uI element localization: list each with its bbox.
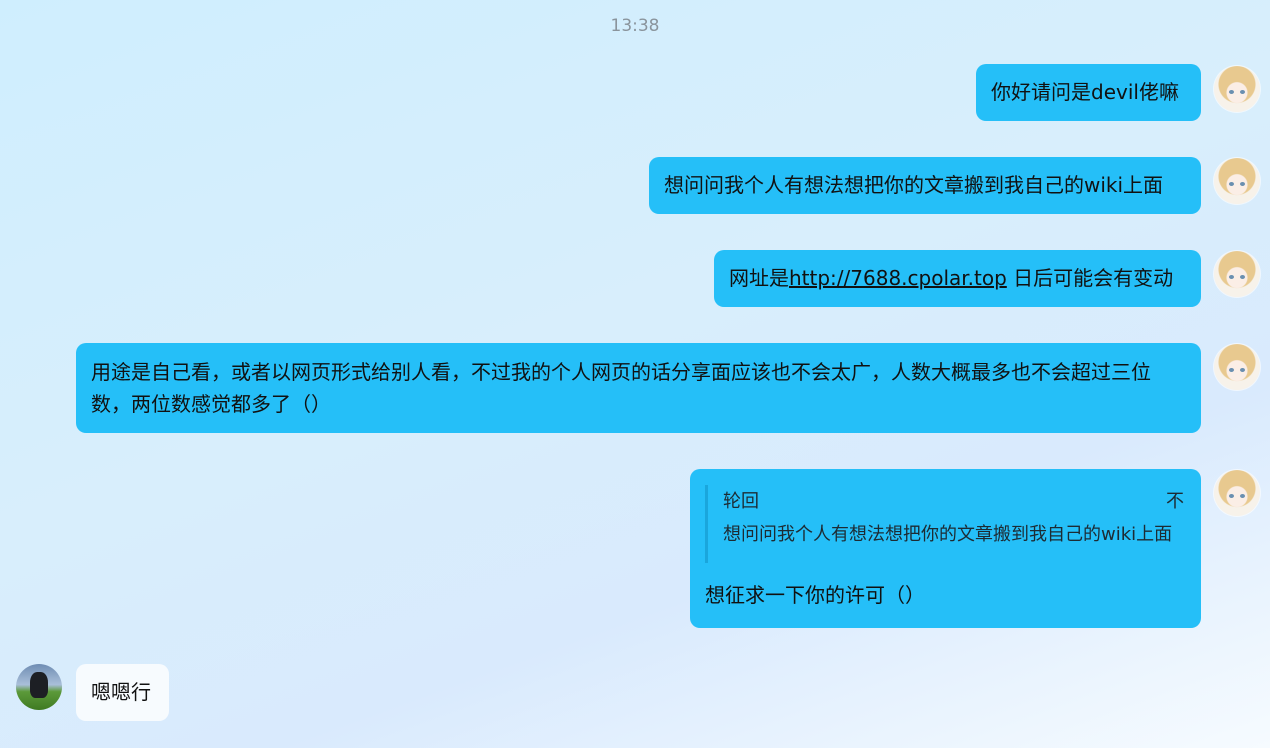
outgoing-message[interactable]: 你好请问是devil佬嘛 <box>976 64 1201 121</box>
my-avatar[interactable] <box>1214 66 1260 112</box>
outgoing-message[interactable]: 用途是自己看，或者以网页形式给别人看，不过我的个人网页的话分享面应该也不会太广，… <box>76 343 1201 433</box>
my-avatar[interactable] <box>1214 470 1260 516</box>
my-avatar[interactable] <box>1214 158 1260 204</box>
message-link[interactable]: http://7688.cpolar.top <box>789 266 1007 290</box>
message-text: 用途是自己看，或者以网页形式给别人看，不过我的个人网页的话分享面应该也不会太广，… <box>91 360 1151 416</box>
quote-author: 轮回 <box>723 491 759 512</box>
quoted-message[interactable]: 轮回 不 想问问我个人有想法想把你的文章搬到我自己的wiki上面 <box>705 485 1186 563</box>
message-text: 想征求一下你的许可（） <box>705 583 925 607</box>
incoming-message[interactable]: 嗯嗯行 <box>76 664 169 721</box>
message-timestamp: 13:38 <box>610 16 660 36</box>
outgoing-message-with-quote[interactable]: 轮回 不 想问问我个人有想法想把你的文章搬到我自己的wiki上面 想征求一下你的… <box>690 469 1201 628</box>
message-text-suffix: 日后可能会有变动 <box>1006 266 1174 290</box>
message-text-prefix: 网址是 <box>729 266 789 290</box>
outgoing-message[interactable]: 网址是http://7688.cpolar.top 日后可能会有变动 <box>714 250 1201 307</box>
quote-text: 想问问我个人有想法想把你的文章搬到我自己的wiki上面 <box>723 524 1173 545</box>
quote-close-label[interactable]: 不 <box>1166 485 1186 519</box>
message-text: 嗯嗯行 <box>91 680 151 704</box>
my-avatar[interactable] <box>1214 251 1260 297</box>
message-text: 你好请问是devil佬嘛 <box>991 80 1179 104</box>
contact-avatar[interactable] <box>16 664 62 710</box>
outgoing-message[interactable]: 想问问我个人有想法想把你的文章搬到我自己的wiki上面 <box>649 157 1201 214</box>
message-text: 想问问我个人有想法想把你的文章搬到我自己的wiki上面 <box>664 173 1164 197</box>
my-avatar[interactable] <box>1214 344 1260 390</box>
